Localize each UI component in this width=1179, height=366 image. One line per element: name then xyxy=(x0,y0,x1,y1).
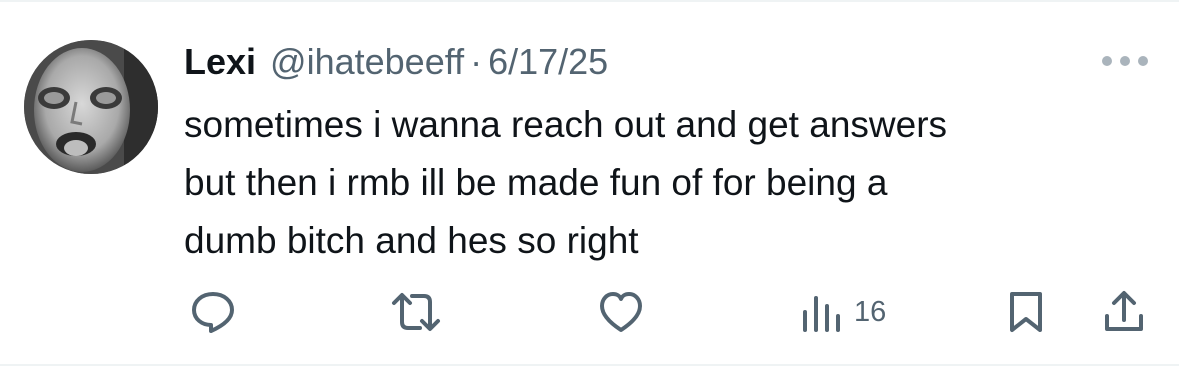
views-button[interactable]: 16 xyxy=(800,290,886,334)
avatar[interactable] xyxy=(24,40,158,174)
tweet-text-line: sometimes i wanna reach out and get answ… xyxy=(184,104,948,145)
bookmark-icon xyxy=(1010,292,1042,332)
bookmark-button[interactable] xyxy=(1006,290,1046,334)
reply-button[interactable] xyxy=(190,290,236,334)
like-button[interactable] xyxy=(598,290,644,334)
user-handle[interactable]: @ihatebeeff xyxy=(270,38,464,86)
tweet-header: Lexi @ihatebeeff · 6/17/25 xyxy=(184,38,608,86)
retweet-button[interactable] xyxy=(390,290,442,334)
top-divider xyxy=(0,0,1179,2)
heart-icon xyxy=(600,292,642,332)
avatar-photo-icon xyxy=(24,40,158,174)
separator: · xyxy=(470,41,483,82)
more-icon[interactable] xyxy=(1098,46,1152,76)
reply-icon xyxy=(192,292,234,333)
tweet-text-line: dumb bitch and hes so right xyxy=(184,220,639,261)
display-name[interactable]: Lexi xyxy=(184,38,256,86)
tweet-text-line: but then i rmb ill be made fun of for be… xyxy=(184,162,888,203)
retweet-icon xyxy=(392,293,440,331)
tweet-text: sometimes i wanna reach out and get answ… xyxy=(184,96,1144,270)
share-button[interactable] xyxy=(1102,290,1146,334)
views-icon xyxy=(803,296,840,332)
views-count: 16 xyxy=(854,296,887,328)
share-icon xyxy=(1105,291,1143,331)
tweet-date[interactable]: 6/17/25 xyxy=(488,38,608,86)
